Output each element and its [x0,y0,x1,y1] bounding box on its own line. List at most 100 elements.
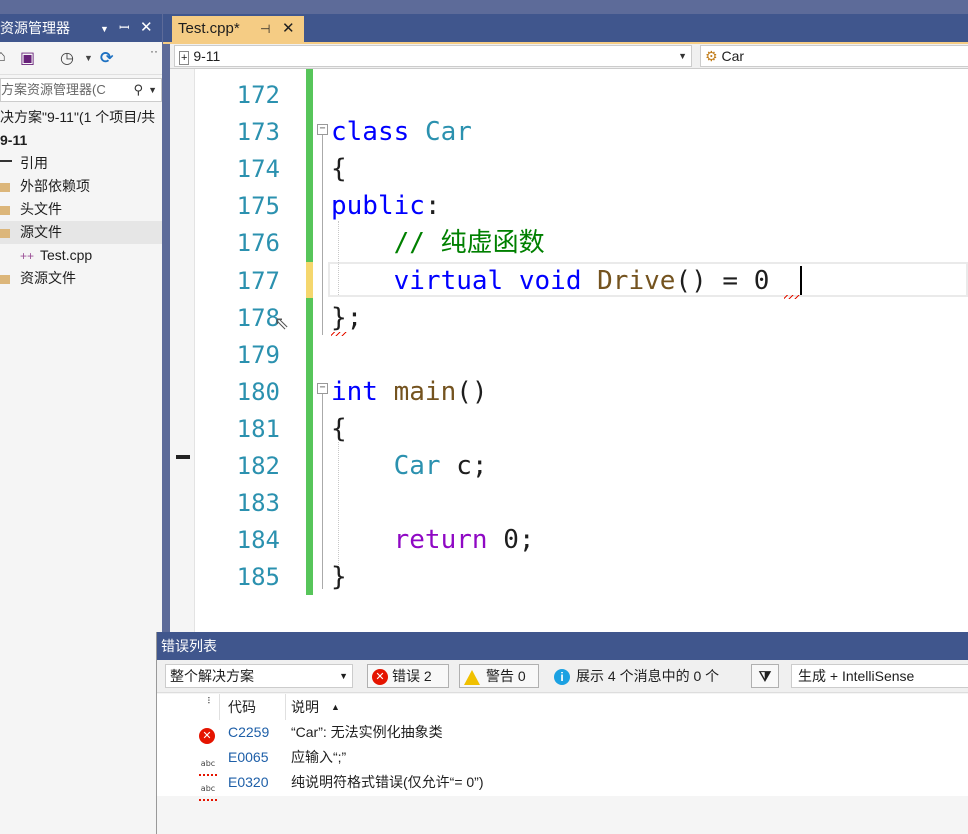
code-token: void [518,265,582,296]
code-line[interactable]: return 0; [331,522,535,559]
tree-item-source-files[interactable]: 源文件 [0,221,162,244]
column-chooser-icon[interactable]: ⠇ [207,688,214,714]
class-icon: ⚙ [705,48,718,64]
code-line[interactable]: Car c; [331,448,488,485]
tree-solution[interactable]: 决方案"9-11"(1 个项目/共 [0,106,162,129]
messages-count-label: 展示 4 个消息中的 0 个 [576,668,720,684]
pin-icon[interactable]: ꟷ [119,14,130,42]
code-line[interactable]: // 纯虚函数 [331,225,545,262]
errors-filter-button[interactable]: ✕ 错误 2 [367,664,449,688]
column-separator [219,694,220,720]
line-number: 181 [236,414,280,443]
code-line[interactable]: } [331,559,347,596]
scope-dropdown[interactable]: + 9-11 ▼ [174,45,692,67]
tree-item-references[interactable]: 引用 [0,152,162,175]
member-value: Car [721,48,745,64]
close-tab-icon[interactable]: ✕ [282,16,295,42]
build-filter-value: 生成 + IntelliSense [798,668,915,684]
tree-item-label: 源文件 [20,224,62,240]
folder-icon [0,182,10,192]
mouse-cursor-icon: ⇖ [274,313,290,333]
tree-item-test-cpp[interactable]: ++ Test.cpp [0,244,162,267]
more-icon[interactable]: ·· [150,44,158,58]
info-icon: i [554,669,570,686]
error-code[interactable]: E0065 [228,745,268,770]
window-menu-icon[interactable]: ▼ [100,15,109,43]
references-icon [0,160,12,168]
home-icon[interactable]: ⌂ [0,48,6,66]
history-dropdown-icon[interactable]: ▼ [84,53,93,63]
warnings-filter-button[interactable]: 警告 0 [459,664,539,688]
refresh-icon[interactable]: ⟳ [100,48,113,68]
sort-ascending-icon: ▲ [331,702,340,712]
search-dropdown-icon[interactable]: ▼ [148,79,157,101]
code-line[interactable]: virtual void Drive() = 0 [331,263,770,300]
line-number: 172 [236,81,280,109]
history-icon[interactable]: ◷ [60,48,74,68]
column-separator [285,694,286,720]
member-dropdown[interactable]: ⚙ Car [700,45,968,67]
tree-item-external-deps[interactable]: 外部依赖项 [0,175,162,198]
line-number: 182 [236,452,280,480]
code-line[interactable]: { [331,411,347,448]
error-row[interactable]: abc E0320 纯说明符格式错误(仅允许“= 0”) [157,770,968,801]
code-editor[interactable]: − − 172 173 174 175 176 177 178 179 180 181 182 183… [170,69,968,632]
error-description: 纯说明符格式错误(仅允许“= 0”) [291,774,484,790]
folder-icon [0,205,10,215]
fold-toggle-main[interactable]: − [317,383,328,394]
close-panel-icon[interactable]: ✕ [140,14,153,42]
solution-explorer-search-input[interactable]: 方案资源管理器(C ⚲ ▼ [0,78,162,102]
solution-explorer-toolbar: ⌂ ▣ ◷ ▼ ⟳ ·· [0,42,162,75]
error-list-panel: 错误列表 整个解决方案 ▼ ✕ 错误 2 警告 0 i 展示 4 个消息中的 0 个… [156,632,968,834]
search-placeholder: 方案资源管理器(C [1,82,106,97]
search-icon[interactable]: ⚲ [133,79,143,101]
error-list-body: ✕ C2259 “Car”: 无法实例化抽象类 abc E0065 应输入“;”… [157,720,968,801]
pin-tab-icon[interactable]: ⊣ [260,16,270,42]
line-number: 183 [236,489,280,518]
code-token: // 纯虚函数 [393,228,545,259]
code-line[interactable]: { [331,151,347,188]
column-header-description[interactable]: 说明 [291,694,319,720]
code-token: c; [440,451,488,481]
line-number: 185 [236,563,280,592]
error-icon: ✕ [372,669,388,686]
error-code[interactable]: E0320 [228,770,268,795]
fold-toggle-class[interactable]: − [317,124,328,135]
switch-views-icon[interactable]: ▣ [20,48,35,68]
tree-project[interactable]: 9-11 [0,129,162,152]
build-filter-dropdown[interactable]: 生成 + IntelliSense [791,664,968,688]
warning-icon [464,669,480,685]
error-code[interactable]: C2259 [228,720,269,745]
code-line[interactable]: int main() [331,374,488,411]
tree-item-label: 头文件 [20,201,62,217]
code-token: 0; [487,525,535,556]
line-number: 175 [236,192,280,221]
error-row[interactable]: abc E0065 应输入“;” [157,745,968,776]
tab-test-cpp[interactable]: Test.cpp* ⊣ ✕ [172,16,304,42]
tree-item-header-files[interactable]: 头文件 [0,198,162,221]
column-header-code[interactable]: 代码 [228,694,256,720]
tree-item-label: Test.cpp [40,247,93,263]
filter-toggle-button[interactable]: ⧩ [751,664,779,688]
code-line[interactable]: class Car [331,114,472,151]
project-scope-icon: + [179,51,190,65]
navigation-bar: + 9-11 ▼ ⚙ Car [170,44,968,69]
tree-item-resource-files[interactable]: 资源文件 [0,267,162,290]
intellisense-error-icon: abc [199,785,217,801]
code-token: } [331,562,347,593]
code-token: Car [424,117,472,148]
messages-filter-button[interactable]: i 展示 4 个消息中的 0 个 [549,664,741,688]
error-row[interactable]: ✕ C2259 “Car”: 无法实例化抽象类 [157,720,968,745]
scope-filter-dropdown[interactable]: 整个解决方案 ▼ [165,664,353,688]
solution-explorer-title-bar: 资源管理器 ▼ ꟷ ✕ [0,14,162,42]
error-description: 应输入“;” [291,749,347,765]
line-number: 178 [236,303,280,332]
code-line[interactable]: public: [331,188,441,225]
tree-item-label: 资源文件 [20,270,76,286]
